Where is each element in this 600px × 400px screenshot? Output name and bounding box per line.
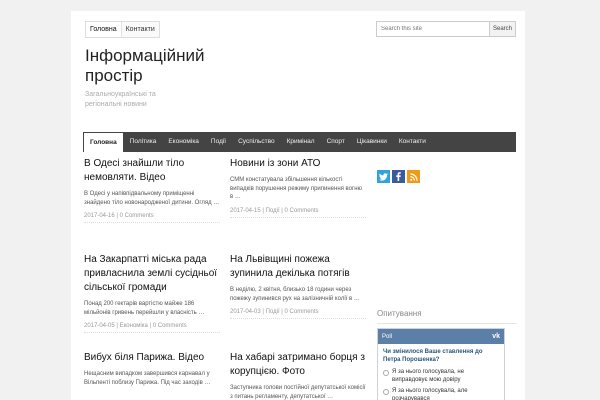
post-date: 2017-04-15 (230, 207, 261, 214)
top-menu-home[interactable]: Головна (86, 22, 122, 37)
nav-item-home[interactable]: Головна (83, 132, 124, 152)
post-divider (84, 222, 220, 223)
post-card: На Львівщині пожежа зупинила декілька по… (230, 253, 366, 319)
poll-divider (377, 323, 517, 324)
post-excerpt: Понад 200 гектарів вартістю майже 186 мі… (84, 301, 205, 316)
post-card: Вибух біля Парижа. Відео Нещасним випадк… (84, 351, 220, 387)
post-title[interactable]: На Закарпатті міська рада привласнила зе… (84, 253, 220, 295)
post-excerpt: Заступника голови постійної депутатської… (230, 385, 366, 400)
poll-section-title: Опитування (377, 309, 422, 318)
post-date: 2017-04-16 (84, 213, 115, 219)
page-wrapper: Головна Контакти Search Інформаційний пр… (71, 11, 525, 400)
poll-widget: Poll vk Чи змінилося Ваше ставлення до П… (377, 328, 505, 400)
poll-widget-label: Poll (382, 333, 393, 340)
post-divider (230, 216, 366, 218)
post-excerpt: СММ констатувала збільшення кількості ви… (230, 177, 363, 200)
radio-icon[interactable] (383, 389, 389, 395)
post-excerpt: Нещасним випадком завершився карнавал у … (84, 371, 211, 386)
post-comments-link[interactable]: 0 Comments (285, 309, 319, 315)
post-title[interactable]: Новини із зони АТО (230, 157, 366, 171)
nav-item-events[interactable]: Події (205, 132, 232, 152)
top-menu-contacts[interactable]: Контакти (122, 22, 159, 37)
nav-item-curiosities[interactable]: Цікавинки (351, 132, 393, 152)
post-title[interactable]: Вибух біля Парижа. Відео (84, 351, 220, 365)
twitter-icon[interactable] (377, 170, 390, 183)
social-links (377, 170, 420, 183)
post-divider (84, 332, 220, 333)
top-menu: Головна Контакти (85, 21, 160, 38)
search-input[interactable] (376, 21, 490, 37)
vk-icon[interactable]: vk (492, 333, 500, 340)
post-card: На хабарі затримано борця з корупцією. Ф… (230, 351, 366, 400)
nav-item-politics[interactable]: Політика (124, 132, 163, 152)
post-category-link[interactable]: Події (266, 309, 280, 315)
post-category-link[interactable]: Події (266, 208, 280, 214)
site-branding: Інформаційний простір Загальноукраїнські… (85, 46, 225, 110)
main-nav: Головна Політика Економіка Події Суспіль… (83, 132, 516, 152)
nav-item-economy[interactable]: Економіка (162, 132, 205, 152)
search-form: Search (376, 21, 516, 37)
site-description: Загальноукраїнські та регіональні новини (85, 91, 156, 108)
post-title[interactable]: На Львівщині пожежа зупинила декілька по… (230, 253, 366, 281)
post-excerpt: В Одесі у напівпідвальному приміщенні зн… (84, 191, 220, 206)
post-divider (230, 318, 366, 319)
search-button[interactable]: Search (490, 21, 516, 37)
post-date: 2017-04-05 (84, 323, 115, 329)
site-title[interactable]: Інформаційний простір (85, 46, 225, 86)
post-comments-link[interactable]: 0 Comments (285, 208, 319, 214)
nav-item-society[interactable]: Суспільство (232, 132, 281, 152)
post-card: В Одесі знайшли тіло немовляти. Відео В … (84, 157, 220, 223)
poll-option-label[interactable]: Я за нього голосувала, не виправдовує мо… (392, 369, 499, 384)
poll-option-label[interactable]: Я за нього голосувала, але розчарувався (392, 388, 499, 400)
poll-question: Чи змінилося Ваше ставлення до Петра Пор… (383, 349, 483, 363)
post-card: Новини із зони АТО СММ констатувала збіл… (230, 157, 366, 218)
rss-icon[interactable] (407, 170, 420, 183)
post-card: На Закарпатті міська рада привласнила зе… (84, 253, 220, 333)
post-meta: 2017-04-03 | Події | 0 Comments (230, 309, 319, 315)
post-category-link[interactable]: Економіка (120, 323, 148, 329)
post-meta: 2017-04-05 | Економіка | 0 Comments (84, 323, 187, 329)
post-title[interactable]: В Одесі знайшли тіло немовляти. Відео (84, 157, 220, 185)
radio-icon[interactable] (383, 370, 389, 376)
post-comments-link[interactable]: 0 Comments (120, 213, 154, 219)
facebook-icon[interactable] (392, 170, 405, 183)
nav-item-sport[interactable]: Спорт (321, 132, 351, 152)
post-comments-link[interactable]: 0 Comments (153, 323, 187, 329)
nav-item-contacts[interactable]: Контакти (393, 132, 432, 152)
post-excerpt: В неділю, 2 квітня, близько 18 години че… (230, 287, 360, 302)
post-title[interactable]: На хабарі затримано борця з корупцією. Ф… (230, 351, 366, 379)
post-date: 2017-04-03 (230, 309, 261, 315)
poll-header: Poll vk (378, 329, 504, 344)
poll-option[interactable]: Я за нього голосувала, але розчарувався (378, 386, 504, 400)
poll-option[interactable]: Я за нього голосувала, не виправдовує мо… (378, 367, 504, 386)
post-meta: 2017-04-15 | Події | 0 Comments (230, 207, 319, 214)
post-meta: 2017-04-16 | 0 Comments (84, 213, 154, 219)
nav-item-crime[interactable]: Кримінал (281, 132, 321, 152)
